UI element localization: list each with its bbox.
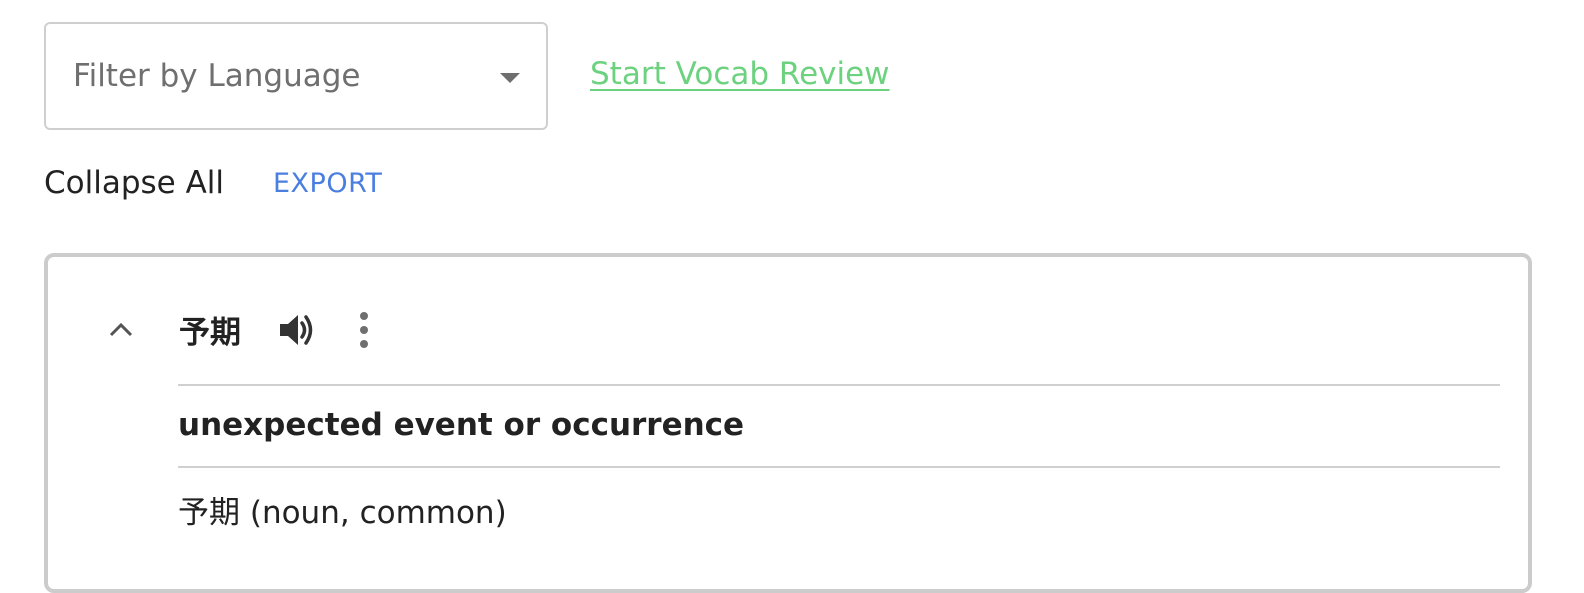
language-filter-select[interactable]: Filter by Language [44,22,548,130]
vocab-card: 予期 unexpected event or occurrence 予期 (no… [44,253,1532,593]
more-vertical-icon[interactable] [356,310,372,350]
divider [178,466,1500,468]
chevron-up-icon[interactable] [109,321,133,337]
collapse-all-button[interactable]: Collapse All [44,165,224,201]
divider [178,384,1500,386]
export-button[interactable]: EXPORT [273,168,382,199]
filter-placeholder: Filter by Language [73,58,361,94]
caret-down-icon [500,73,520,83]
start-vocab-review-link[interactable]: Start Vocab Review [590,56,890,92]
vocab-reading: 予期 (noun, common) [178,495,507,531]
speaker-icon[interactable] [277,310,317,350]
vocab-term: 予期 [179,315,241,351]
vocab-meaning: unexpected event or occurrence [178,407,745,443]
